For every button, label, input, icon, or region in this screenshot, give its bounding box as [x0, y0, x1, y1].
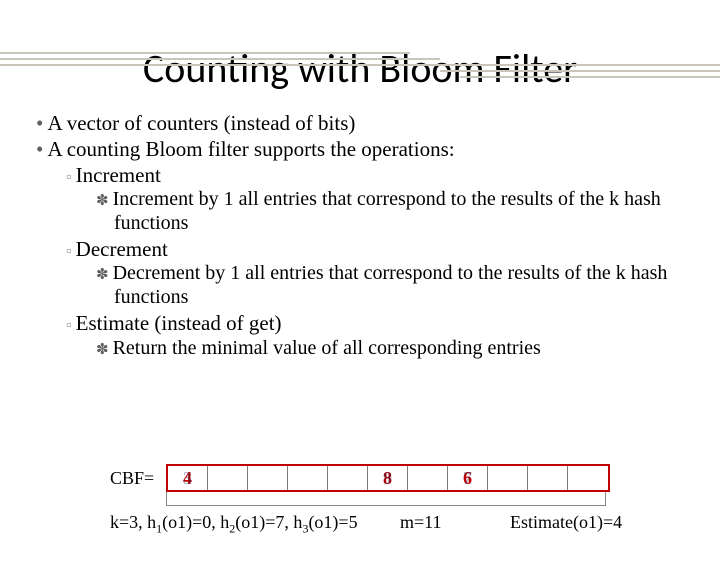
cell-2 [248, 466, 288, 490]
cell-0: 43 [168, 466, 208, 490]
cell-8 [488, 466, 528, 490]
bullet-increment: Increment [36, 163, 684, 188]
cell-1 [208, 466, 248, 490]
cell-6 [408, 466, 448, 490]
cell-5: 89 [368, 466, 408, 490]
m-label: m=11 [400, 512, 441, 533]
bullet-decrement-desc: Decrement by 1 all entries that correspo… [36, 262, 684, 309]
cell-9 [528, 466, 568, 490]
header-decoration [0, 44, 720, 78]
bullet-estimate-desc: Return the minimal value of all correspo… [36, 337, 684, 361]
bullet-increment-desc: Increment by 1 all entries that correspo… [36, 188, 684, 235]
cell-4 [328, 466, 368, 490]
bullet-vector: A vector of counters (instead of bits) [36, 111, 684, 136]
hash-params: k=3, h1(o1)=0, h2(o1)=7, h3(o1)=5 [110, 512, 358, 537]
estimate-result: Estimate(o1)=4 [510, 512, 622, 533]
bullet-decrement: Decrement [36, 237, 684, 262]
cell-7: 67 [448, 466, 488, 490]
bullet-estimate: Estimate (instead of get) [36, 311, 684, 336]
cell-10 [568, 466, 608, 490]
m-bracket [166, 492, 606, 506]
bullet-operations: A counting Bloom filter supports the ope… [36, 137, 684, 162]
slide-body: A vector of counters (instead of bits) A… [0, 93, 720, 360]
cbf-label: CBF= [110, 468, 154, 489]
cell-3 [288, 466, 328, 490]
cbf-grid: 43 89 67 [166, 464, 610, 492]
